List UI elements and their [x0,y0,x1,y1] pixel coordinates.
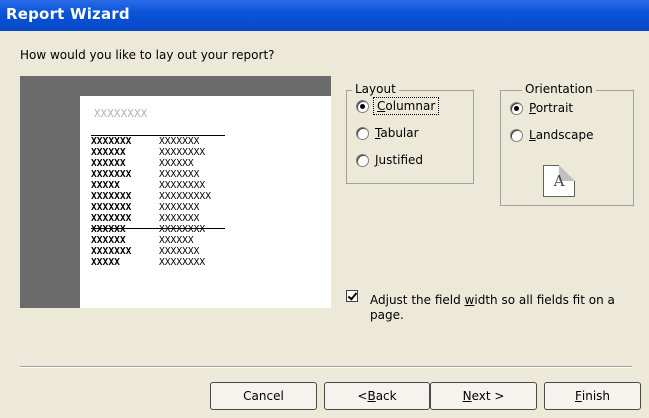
adjust-field-width-label[interactable]: Adjust the field width so all fields fit… [370,293,632,323]
radio-label-tabular[interactable]: Tabular [375,126,419,140]
radio-label-portrait[interactable]: Portrait [529,101,573,115]
radio-label-landscape[interactable]: Landscape [529,128,593,142]
radio-portrait[interactable]: Portrait [510,99,573,117]
radio-justified[interactable]: Justified [356,151,423,169]
preview-field-value: XXXXXXXX [159,257,206,268]
preview-field-value: XXXXXXX [159,136,200,147]
preview-page: XXXXXXXX XXXXXXX XXXXXXX XXXXXX XXXXXXXX XXX… [80,96,331,308]
radio-button-portrait[interactable] [510,101,523,115]
radio-button-landscape[interactable] [510,128,523,142]
preview-field-label: XXXXXX [91,224,126,235]
cancel-button[interactable]: Cancel [210,382,317,410]
preview-field-label: XXXXXXX [91,191,132,202]
preview-rule [91,135,225,136]
preview-field-label: XXXXXX [91,147,126,158]
preview-field-value: XXXXXXX [159,169,200,180]
radio-label-columnar[interactable]: Columnar [372,97,440,115]
preview-field-value: XXXXXXX [159,246,200,257]
radio-button-columnar[interactable] [356,99,369,113]
adjust-field-width-checkbox[interactable] [346,290,358,302]
preview-field-value: XXXXXXXX [159,224,206,235]
layout-prompt: How would you like to lay out your repor… [20,48,275,62]
preview-field-value: XXXXXX [159,158,194,169]
preview-field-value: XXXXXXX [159,202,200,213]
radio-tabular[interactable]: Tabular [356,124,419,142]
preview-field-value: XXXXXX [159,235,194,246]
button-separator [20,366,632,368]
radio-landscape[interactable]: Landscape [510,126,593,144]
preview-field-label: XXXXXXX [91,169,132,180]
preview-field-label: XXXXX [91,180,120,191]
title-bar: Report Wizard [0,0,649,31]
preview-field-label: XXXXXXX [91,213,132,224]
preview-field-label: XXXXXXX [91,202,132,213]
preview-field-value: XXXXXXXX [159,180,206,191]
layout-legend: Layout [352,82,399,96]
preview-rule [91,228,225,229]
preview-field-label: XXXXXXX [91,136,132,147]
back-button[interactable]: < Back [324,382,430,410]
portrait-page-icon: A [543,165,575,197]
preview-field-value: XXXXXXX [159,213,200,224]
preview-field-value: XXXXXXXX [159,147,206,158]
radio-columnar[interactable]: Columnar [356,97,440,115]
orientation-legend: Orientation [522,82,596,96]
preview-field-label: XXXXXX [91,235,126,246]
preview-field-value: XXXXXXXXX [159,191,211,202]
next-button[interactable]: Next > [430,382,537,410]
preview-title-placeholder: XXXXXXXX [94,108,148,120]
window-title: Report Wizard [6,5,130,23]
layout-preview: XXXXXXXX XXXXXXX XXXXXXX XXXXXX XXXXXXXX XXX… [20,76,331,308]
finish-button[interactable]: Finish [544,382,641,410]
radio-button-justified[interactable] [356,153,369,167]
preview-field-label: XXXXXX [91,158,126,169]
preview-field-label: XXXXXXX [91,246,132,257]
radio-label-justified[interactable]: Justified [375,153,423,167]
page-letter: A [553,172,565,190]
preview-field-label: XXXXX [91,257,120,268]
radio-button-tabular[interactable] [356,126,369,140]
